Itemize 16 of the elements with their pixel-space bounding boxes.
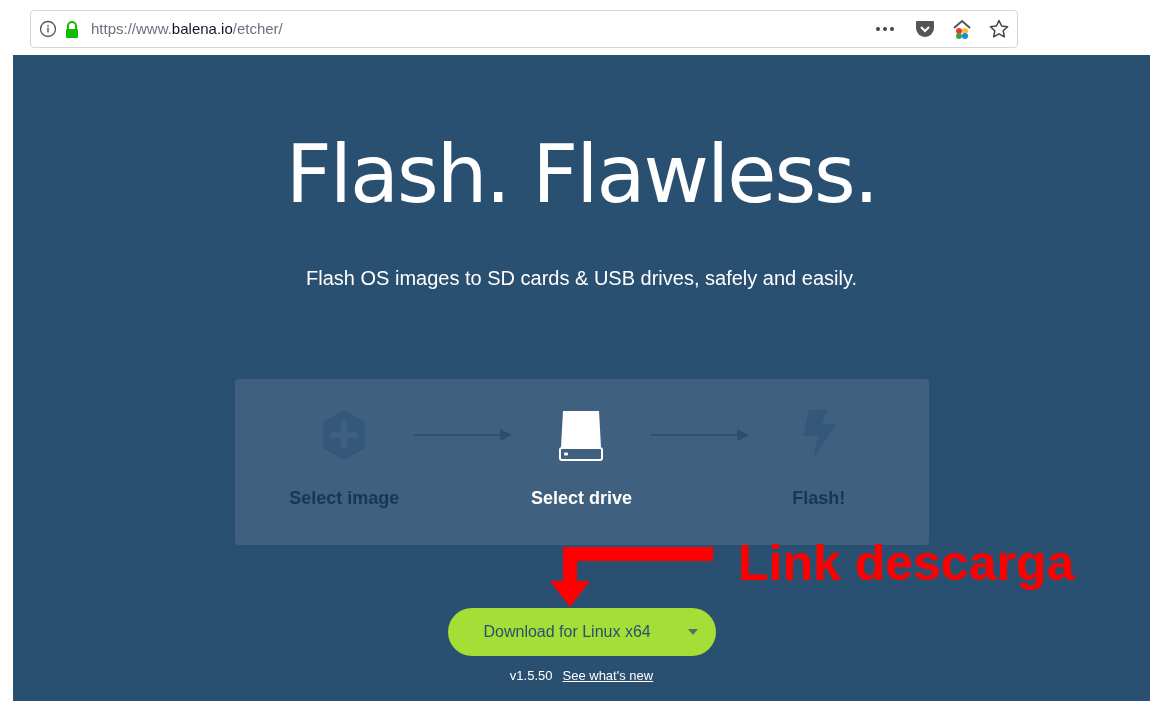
- more-icon[interactable]: [875, 26, 895, 32]
- info-icon[interactable]: [39, 20, 57, 38]
- caret-icon: [687, 629, 698, 635]
- download-button[interactable]: Download for Linux x64: [447, 608, 716, 656]
- hero-subtitle: Flash OS images to SD cards & USB drives, safely and easily.: [306, 266, 857, 291]
- drive-icon[interactable]: [558, 409, 605, 461]
- version-text: v1.5.50: [509, 667, 553, 685]
- lock-icon: [65, 20, 79, 38]
- house-icon[interactable]: [951, 18, 973, 40]
- url-text[interactable]: https://www.balena.io/etcher/: [91, 17, 283, 41]
- hero-title: Flash. Flawless.: [285, 127, 878, 223]
- whats-new-link[interactable]: See what's new: [562, 666, 654, 686]
- star-icon[interactable]: [989, 19, 1009, 39]
- annotation-label: Link descarga: [738, 534, 1075, 593]
- pocket-icon[interactable]: [915, 20, 935, 38]
- step-label: Select drive: [530, 487, 632, 510]
